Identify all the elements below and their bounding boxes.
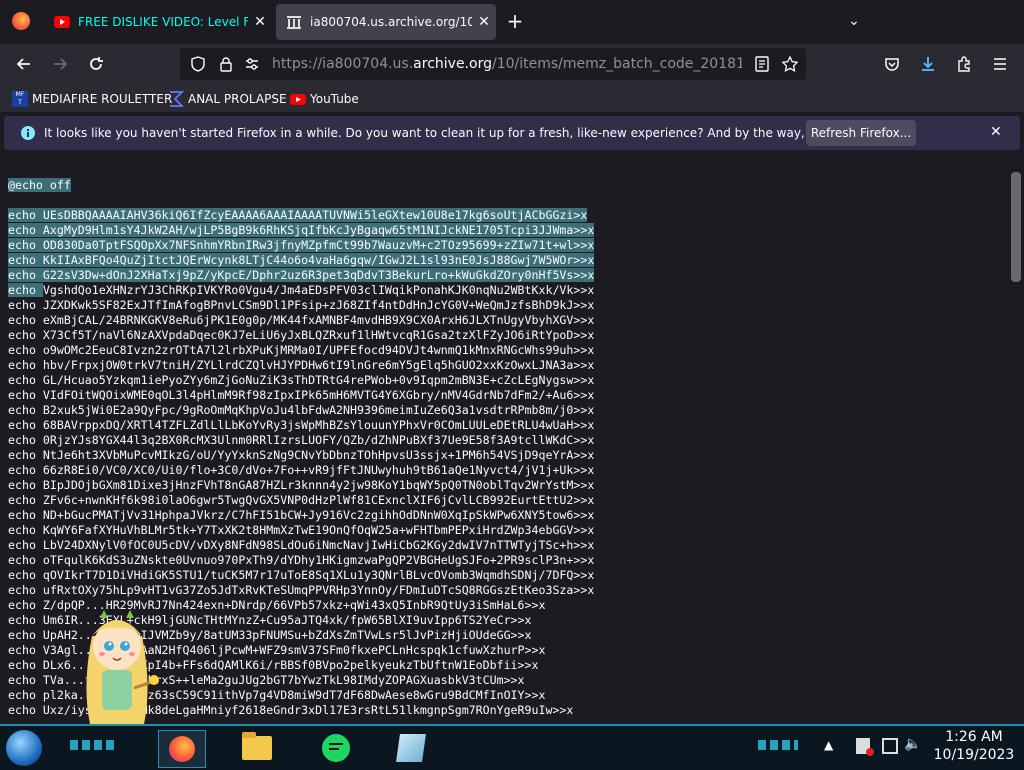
code-line: echo eXmBjCAL/24BRNKGKV8eRu6jPK1E0g0p/MK… (8, 313, 595, 327)
code-line: echo 68BAVrppxDQ/XRTl4TZFLZdlLlLbKoYvRy3… (8, 418, 595, 432)
notification-message: It looks like you haven't started Firefo… (44, 126, 900, 140)
code-line: echo G22sV3Dw+dOnJ2XHaTxj9pZ/yKpcE/Dphr2… (8, 268, 595, 282)
bookmarks-toolbar: MF T MEDIAFIRE ROULETTER ANAL PROLAPSE Yo… (0, 84, 1024, 112)
tab-strip: FREE DISLIKE VIDEO: Level Fail ✕ ia80070… (0, 0, 1024, 44)
url-text[interactable]: https://ia800704.us.archive.org/10/items… (272, 48, 742, 80)
clock-time: 1:26 AM (945, 729, 1003, 745)
code-line: echo KqWY6FafXYHuVhBLMr5tk+Y7TxXK2t8HMmX… (8, 523, 595, 537)
code-line: echo oTFqulK6KdS3uZNskte0Uvnuo970PxTh9/d… (8, 553, 595, 567)
back-button[interactable] (10, 50, 38, 78)
notification-bar: It looks like you haven't started Firefo… (4, 116, 1020, 150)
code-line: echo LbV24DXNylV0fOC0U5cDV/vDXy8NFdN98SL… (8, 538, 595, 552)
page-content: @echo off echo UEsDBBQAAAAIAHV36kiQ6IfZcy… (0, 156, 1008, 724)
close-tab-icon[interactable]: ✕ (472, 14, 496, 30)
code-line: echo o9wOMc2EeuC8Ivzn2zrOTtA7l2lrbXPuKjM… (8, 343, 595, 357)
vertical-scrollbar[interactable] (1008, 156, 1024, 724)
start-button[interactable] (6, 730, 42, 766)
archive-icon (286, 14, 302, 30)
code-line: echo VIdFOitWQOixWME0qOL3l4pHlmM9Rf98zIp… (8, 388, 595, 402)
notepad-icon[interactable] (396, 734, 426, 762)
pocket-icon[interactable] (878, 50, 906, 78)
bookmark-youtube[interactable]: YouTube (290, 90, 359, 108)
network-icon[interactable] (882, 738, 898, 754)
code-line: echo UEsDBBQAAAAIAHV36kiQ6IfZcyEAAAA6AAA… (8, 208, 588, 222)
code-line: echo qOVIkrT7D1DiVHdiGK5STU1/tuCK5M7r17u… (8, 568, 595, 582)
code-line: echo B2xuk5jWi0E2a9QyFpc/9gRoOmMqKhpVoJu… (8, 403, 595, 417)
taskbar: ▲ 🔈 1:26 AM 10/19/2023 (0, 724, 1024, 770)
code-line: echo VgshdQo1eXHNzrYJ3ChRKpIVKYRo0Vgu4/J… (8, 283, 595, 297)
youtube-icon (290, 91, 306, 107)
code-line: @echo off (8, 178, 71, 192)
taskbar-decoration (758, 740, 798, 750)
lock-icon[interactable] (218, 56, 234, 76)
volume-icon[interactable]: 🔈 (904, 736, 921, 752)
extensions-icon[interactable] (950, 50, 978, 78)
code-line: echo OD830Da0TptFSQOpXx7NFSnhmYRbnIRw3jf… (8, 238, 595, 252)
new-tab-button[interactable]: + (504, 10, 526, 32)
url-bar[interactable]: https://ia800704.us.archive.org/10/items… (180, 48, 806, 80)
firefox-icon[interactable] (158, 730, 206, 768)
close-icon[interactable]: ✕ (990, 124, 1002, 140)
clock[interactable]: 1:26 AM 10/19/2023 (928, 728, 1020, 764)
code-line: echo BIpJDOjbGXm81Dixe3jHnzFVhT8nGA87HZL… (8, 478, 595, 492)
tab-title: ia800704.us.archive.org/10/item (310, 15, 472, 29)
code-line: echo X73Cf5T/naVl6NzAXVpdaDqec0KJ7eLiU6y… (8, 328, 595, 342)
sigma-icon (168, 91, 185, 107)
code-line: echo AxgMyD9Hlm1sY4JkW2AH/wjLP5BgB9k6RhK… (8, 223, 595, 237)
code-line: echo ND+bGucPMATjVv31HphpaJVkrz/C7hFI51b… (8, 508, 595, 522)
bookmark-sigma[interactable]: ANAL PROLAPSE (168, 90, 287, 108)
forward-button[interactable] (46, 50, 74, 78)
tab-title: FREE DISLIKE VIDEO: Level Fail (78, 15, 248, 29)
reader-view-icon[interactable] (754, 56, 770, 76)
code-line: echo GL/Hcuao5Yzkqm1iePyoZYy6mZjGoNuZiK3… (8, 373, 595, 387)
reload-button[interactable] (82, 50, 110, 78)
code-line: echo JZXDKwk5SF82ExJTfImAfogBPnvLCSm9Dl1… (8, 298, 595, 312)
hamburger-menu-icon[interactable] (986, 50, 1014, 78)
code-line: echo NtJe6ht3XVbMuPcvMIkzG/oU/YyYxknSzNg… (8, 448, 595, 462)
file-explorer-icon[interactable] (242, 732, 272, 760)
bookmark-star-icon[interactable] (781, 55, 799, 76)
action-center-flag-icon[interactable] (856, 738, 874, 756)
tracking-shield-icon[interactable] (190, 56, 206, 76)
clock-date: 10/19/2023 (933, 747, 1015, 763)
tab-youtube-video[interactable]: FREE DISLIKE VIDEO: Level Fail ✕ (44, 4, 272, 40)
youtube-icon (54, 14, 70, 30)
chevron-down-icon[interactable]: ⌄ (844, 10, 864, 32)
downloads-icon[interactable] (914, 50, 942, 78)
refresh-firefox-button[interactable]: Refresh Firefox... (806, 120, 916, 146)
code-line: echo 66zR8Ei0/VC0/XC0/Ui0/flo+3C0/dVo+7F… (8, 463, 595, 477)
mediafire-icon: MF T (12, 91, 28, 107)
code-line: echo 0RjzYJs8YGX44l3q2BX0RcMX3Ulnm0RRlIz… (8, 433, 595, 447)
code-line: echo ZFv6c+nwnKHf6k98i0laO6gwr5TwgQvGX5V… (8, 493, 595, 507)
show-hidden-icons-icon[interactable]: ▲ (824, 738, 833, 752)
bookmark-mediafire[interactable]: MF T MEDIAFIRE ROULETTER (12, 90, 172, 108)
close-tab-icon[interactable]: ✕ (248, 14, 272, 30)
info-icon (20, 125, 36, 145)
firefox-menu-icon[interactable] (12, 12, 30, 30)
code-line: echo KkIIAxBFQo4QuZjItctJQErWcynk8LTjC44… (8, 253, 595, 267)
sticker-character-image (72, 596, 162, 724)
tab-archive[interactable]: ia800704.us.archive.org/10/item ✕ (276, 4, 496, 40)
taskbar-decoration (70, 740, 118, 750)
code-line: echo hbv/FrpxjOW0trkV7tniH/ZYLlrdCZQlvHJ… (8, 358, 595, 372)
permissions-icon[interactable] (244, 56, 260, 76)
chat-app-icon[interactable] (322, 734, 350, 762)
scrollbar-thumb[interactable] (1011, 172, 1021, 282)
